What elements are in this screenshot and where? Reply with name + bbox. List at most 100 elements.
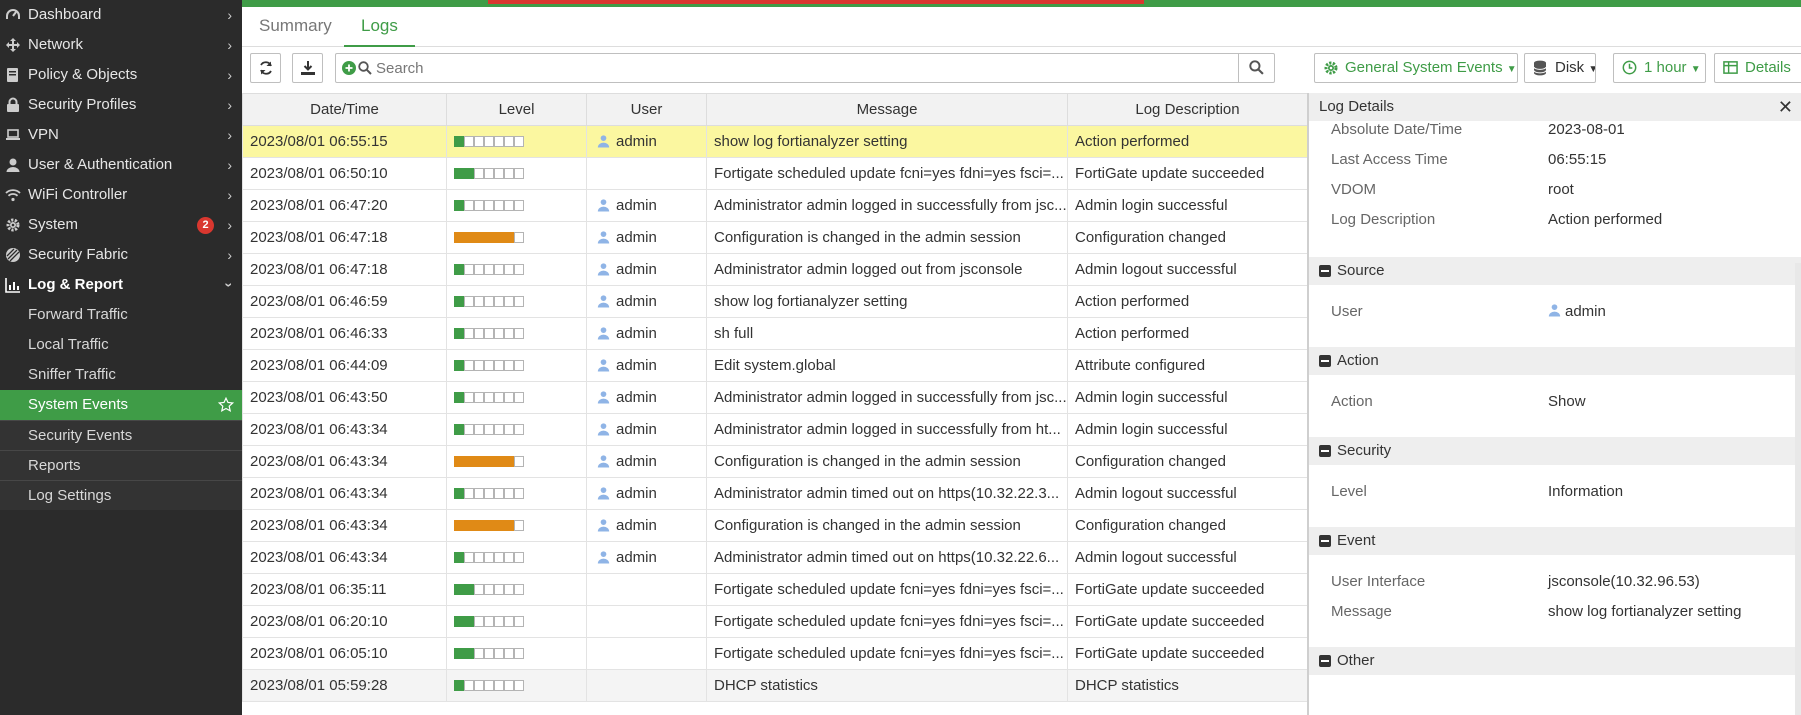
cell-message: Configuration is changed in the admin se…	[706, 221, 1068, 254]
user-icon	[597, 263, 610, 276]
column-header-user[interactable]: User	[586, 93, 707, 126]
network-icon	[6, 38, 20, 52]
collapse-icon	[1319, 355, 1331, 367]
nav-log-report[interactable]: Log & Report ›	[0, 270, 242, 300]
chevron-right-icon: ›	[227, 7, 232, 23]
table-row[interactable]: 2023/08/01 06:43:34 admin Administrator ad…	[242, 413, 1308, 446]
level-box	[494, 264, 504, 276]
collapse-icon	[1319, 535, 1331, 547]
sidebar-item-log-settings[interactable]: Log Settings	[0, 480, 242, 510]
table-row[interactable]: 2023/08/01 06:47:18 admin Administrator ad…	[242, 253, 1308, 286]
level-box	[514, 296, 524, 308]
detail-value: admin	[1548, 297, 1606, 327]
table-row[interactable]: 2023/08/01 06:43:50 admin Administrator ad…	[242, 381, 1308, 414]
cell-user: admin	[586, 413, 707, 446]
add-filter-icon[interactable]	[342, 61, 356, 75]
level-box	[484, 648, 494, 660]
download-button[interactable]	[292, 53, 323, 83]
wifi-icon	[5, 189, 21, 202]
user-name: admin	[616, 261, 657, 278]
cell-level	[446, 541, 587, 574]
table-row[interactable]: 2023/08/01 06:43:34 admin Configuration is…	[242, 445, 1308, 478]
table-row[interactable]: 2023/08/01 06:43:34 admin Administrator ad…	[242, 541, 1308, 574]
column-header-log-description[interactable]: Log Description	[1067, 93, 1308, 126]
details-toggle-button[interactable]: Details	[1714, 53, 1801, 83]
chevron-right-icon: ›	[227, 157, 232, 173]
nav-dashboard[interactable]: Dashboard ›	[0, 0, 242, 30]
storage-dropdown[interactable]: Disk ▼	[1524, 53, 1596, 83]
level-box	[494, 296, 504, 308]
table-row[interactable]: 2023/08/01 06:35:11 Fortigate scheduled u…	[242, 573, 1308, 606]
level-box	[484, 232, 494, 244]
nav-system[interactable]: System 2 ›	[0, 210, 242, 240]
table-row[interactable]: 2023/08/01 06:46:59 admin show log fortian…	[242, 285, 1308, 318]
sidebar-item-system-events[interactable]: System Events	[0, 390, 242, 420]
table-row[interactable]: 2023/08/01 06:55:15 admin show log fortian…	[242, 125, 1308, 158]
cell-log-description: Configuration changed	[1067, 221, 1308, 254]
table-row[interactable]: 2023/08/01 06:44:09 admin Edit system.glob…	[242, 349, 1308, 382]
sidebar-item-forward-traffic[interactable]: Forward Traffic	[0, 300, 242, 330]
detail-key: Absolute Date/Time	[1331, 121, 1463, 138]
star-icon[interactable]	[218, 397, 234, 413]
nav-wifi-controller[interactable]: WiFi Controller ›	[0, 180, 242, 210]
cell-datetime: 2023/08/01 06:55:15	[242, 125, 447, 158]
sidebar-item-local-traffic[interactable]: Local Traffic	[0, 330, 242, 360]
nav-network[interactable]: Network ›	[0, 30, 242, 60]
nav-label: Dashboard	[28, 6, 102, 23]
sidebar-item-sniffer-traffic[interactable]: Sniffer Traffic	[0, 360, 242, 390]
cell-message: Fortigate scheduled update fcni=yes fdni…	[706, 605, 1068, 638]
level-box	[504, 680, 514, 692]
table-row[interactable]: 2023/08/01 06:20:10 Fortigate scheduled u…	[242, 605, 1308, 638]
level-box	[474, 520, 484, 532]
column-header-message[interactable]: Message	[706, 93, 1068, 126]
chevron-right-icon: ›	[227, 97, 232, 113]
refresh-icon	[259, 61, 272, 75]
table-row[interactable]: 2023/08/01 05:59:28 DHCP statistics DHCP s…	[242, 669, 1308, 702]
section-action[interactable]: Action	[1309, 347, 1801, 375]
chevron-right-icon: ›	[227, 187, 232, 203]
details-scrollbar[interactable]	[1795, 263, 1801, 715]
cell-level	[446, 253, 587, 286]
nav-vpn[interactable]: VPN ›	[0, 120, 242, 150]
sidebar-item-reports[interactable]: Reports	[0, 450, 242, 480]
section-source[interactable]: Source	[1309, 257, 1801, 285]
table-header-row: Date/Time Level User Message Log Descrip…	[242, 93, 1308, 126]
cell-user: admin	[586, 477, 707, 510]
detail-row: VDOM root	[1309, 175, 1801, 205]
nav-security-fabric[interactable]: Security Fabric ›	[0, 240, 242, 270]
tab-summary[interactable]: Summary	[242, 7, 349, 47]
level-box	[474, 136, 484, 148]
nav-security-profiles[interactable]: Security Profiles ›	[0, 90, 242, 120]
table-row[interactable]: 2023/08/01 06:50:10 Fortigate scheduled u…	[242, 157, 1308, 190]
section-event[interactable]: Event	[1309, 527, 1801, 555]
nav-policy-objects[interactable]: Policy & Objects ›	[0, 60, 242, 90]
level-box	[474, 616, 484, 628]
level-box	[484, 136, 494, 148]
refresh-button[interactable]	[250, 53, 281, 83]
section-other[interactable]: Other	[1309, 647, 1801, 675]
search-input[interactable]	[376, 56, 1206, 80]
level-box	[454, 648, 464, 660]
cell-log-description: Admin login successful	[1067, 381, 1308, 414]
section-security[interactable]: Security	[1309, 437, 1801, 465]
event-type-dropdown[interactable]: General System Events ▼	[1314, 53, 1518, 83]
table-row[interactable]: 2023/08/01 06:05:10 Fortigate scheduled u…	[242, 637, 1308, 670]
storage-label: Disk	[1555, 59, 1585, 76]
time-range-dropdown[interactable]: 1 hour ▼	[1613, 53, 1706, 83]
table-row[interactable]: 2023/08/01 06:43:34 admin Configuration is…	[242, 509, 1308, 542]
user-icon	[1548, 304, 1561, 317]
column-header-level[interactable]: Level	[446, 93, 587, 126]
column-header-datetime[interactable]: Date/Time	[242, 93, 447, 126]
table-row[interactable]: 2023/08/01 06:47:20 admin Administrator ad…	[242, 189, 1308, 222]
nav-user-authentication[interactable]: User & Authentication ›	[0, 150, 242, 180]
cell-message: Administrator admin logged in successful…	[706, 189, 1068, 222]
table-row[interactable]: 2023/08/01 06:43:34 admin Administrator ad…	[242, 477, 1308, 510]
level-box	[464, 264, 474, 276]
sidebar-item-security-events[interactable]: Security Events	[0, 420, 242, 450]
tab-logs[interactable]: Logs	[344, 7, 415, 47]
table-row[interactable]: 2023/08/01 06:46:33 admin sh full Action pe…	[242, 317, 1308, 350]
level-box	[484, 456, 494, 468]
search-button[interactable]	[1238, 53, 1274, 83]
table-row[interactable]: 2023/08/01 06:47:18 admin Configuration is…	[242, 221, 1308, 254]
cell-message: Administrator admin logged out from jsco…	[706, 253, 1068, 286]
